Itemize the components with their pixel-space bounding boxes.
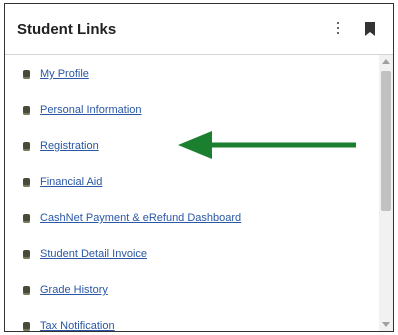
bullet-icon: [23, 213, 30, 223]
link-my-profile[interactable]: My Profile: [40, 68, 89, 80]
link-personal-information[interactable]: Personal Information: [40, 104, 142, 116]
bullet-icon: [23, 249, 30, 259]
link-student-detail-invoice[interactable]: Student Detail Invoice: [40, 248, 147, 260]
list-item: Student Detail Invoice: [23, 245, 147, 263]
bullet-icon: [23, 321, 30, 331]
list-item: Financial Aid: [23, 173, 102, 191]
links-list: My Profile Personal Information Registra…: [5, 55, 379, 331]
list-item: Tax Notification: [23, 317, 115, 331]
link-registration[interactable]: Registration: [40, 140, 99, 152]
list-item: Registration: [23, 137, 99, 155]
list-item: Personal Information: [23, 101, 142, 119]
list-item: My Profile: [23, 65, 89, 83]
link-cashnet-payment[interactable]: CashNet Payment & eRefund Dashboard: [40, 212, 241, 224]
scroll-down-icon[interactable]: [382, 322, 390, 327]
student-links-panel: Student Links My Profile Personal Inform…: [4, 3, 394, 332]
link-tax-notification[interactable]: Tax Notification: [40, 320, 115, 331]
bullet-icon: [23, 177, 30, 187]
scroll-up-icon[interactable]: [382, 59, 390, 64]
kebab-menu-icon[interactable]: [335, 20, 341, 38]
link-financial-aid[interactable]: Financial Aid: [40, 176, 102, 188]
bullet-icon: [23, 105, 30, 115]
list-item: Grade History: [23, 281, 108, 299]
bullet-icon: [23, 141, 30, 151]
vertical-scrollbar[interactable]: [379, 55, 393, 331]
link-grade-history[interactable]: Grade History: [40, 284, 108, 296]
panel-title: Student Links: [17, 21, 117, 38]
bullet-icon: [23, 69, 30, 79]
arrow-left-icon: [176, 128, 357, 162]
list-item: CashNet Payment & eRefund Dashboard: [23, 209, 241, 227]
panel-header: Student Links: [5, 4, 393, 55]
bookmark-icon[interactable]: [365, 22, 375, 36]
bullet-icon: [23, 285, 30, 295]
scroll-thumb[interactable]: [381, 71, 391, 211]
